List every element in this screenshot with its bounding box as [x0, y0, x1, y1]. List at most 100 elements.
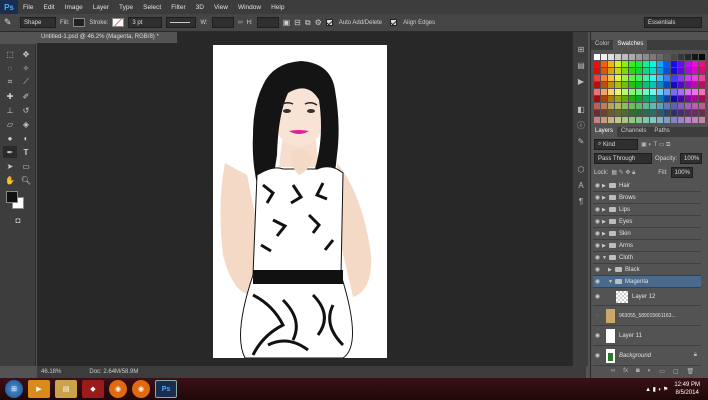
swatch[interactable]	[636, 96, 642, 102]
swatch[interactable]	[657, 54, 663, 60]
blend-mode-select[interactable]: Pass Through	[594, 153, 652, 164]
stroke-width-field[interactable]: 3 pt	[128, 17, 163, 28]
swatch[interactable]	[650, 89, 656, 95]
zoom-icon[interactable]: 🔍︎	[19, 174, 33, 186]
history-icon[interactable]: ⊞	[576, 44, 586, 54]
filter-icons[interactable]: ▣ ◐ T ▭ ⧉	[641, 141, 670, 149]
swatch[interactable]	[594, 68, 600, 74]
swatch[interactable]	[594, 54, 600, 60]
swatch[interactable]	[692, 75, 698, 81]
swatch[interactable]	[622, 61, 628, 67]
eye-icon[interactable]: ▫	[593, 313, 602, 319]
swatch[interactable]	[685, 54, 691, 60]
menu-image[interactable]: Image	[60, 4, 88, 11]
swatch[interactable]	[699, 61, 705, 67]
swatch[interactable]	[699, 110, 705, 116]
swatch[interactable]	[643, 75, 649, 81]
tab-swatches[interactable]: Swatches	[613, 40, 648, 50]
fill-swatch[interactable]	[73, 18, 86, 27]
swatch[interactable]	[671, 68, 677, 74]
menu-select[interactable]: Select	[138, 4, 166, 11]
swatch[interactable]	[622, 82, 628, 88]
swatch[interactable]	[657, 68, 663, 74]
menu-edit[interactable]: Edit	[38, 4, 59, 11]
swatch[interactable]	[601, 61, 607, 67]
swatch[interactable]	[678, 89, 684, 95]
swatch[interactable]	[594, 117, 600, 123]
swatch[interactable]	[671, 117, 677, 123]
swatch[interactable]	[636, 68, 642, 74]
swatch[interactable]	[636, 103, 642, 109]
swatch[interactable]	[615, 96, 621, 102]
swatch[interactable]	[699, 75, 705, 81]
layer-arms[interactable]: ◉ ▶ Arms	[593, 240, 701, 252]
brush-icon[interactable]: ✐	[19, 90, 33, 102]
swatch[interactable]	[650, 68, 656, 74]
swatch[interactable]	[664, 54, 670, 60]
add-mask-icon[interactable]: ◙	[636, 368, 640, 375]
stroke-type-select[interactable]	[166, 17, 197, 28]
swatch[interactable]	[685, 89, 691, 95]
paint-bucket-icon[interactable]: ◈	[19, 118, 33, 130]
layer-magenta[interactable]: ◉ ▼ Magenta	[593, 276, 701, 288]
swatch[interactable]	[615, 82, 621, 88]
path-arrange-icon[interactable]: ⧉	[305, 18, 311, 28]
foreground-color-swatch[interactable]	[6, 191, 18, 203]
lock-icons[interactable]: ▦ ✎ ✥ 🔒︎	[611, 169, 635, 177]
swatch[interactable]	[678, 54, 684, 60]
swatch[interactable]	[657, 82, 663, 88]
swatch[interactable]	[664, 89, 670, 95]
swatch[interactable]	[636, 61, 642, 67]
swatch[interactable]	[615, 117, 621, 123]
swatch[interactable]	[643, 61, 649, 67]
swatch[interactable]	[657, 75, 663, 81]
swatch[interactable]	[636, 110, 642, 116]
swatch[interactable]	[664, 75, 670, 81]
swatch[interactable]	[650, 110, 656, 116]
layer-lips[interactable]: ◉ ▶ Lips	[593, 204, 701, 216]
swatch[interactable]	[699, 96, 705, 102]
layer-11[interactable]: ◉ Layer 11	[593, 326, 701, 346]
swatch[interactable]	[664, 117, 670, 123]
doc-info[interactable]: Doc: 2.64M/58.9M	[89, 369, 138, 375]
swatch[interactable]	[664, 103, 670, 109]
fill-field[interactable]: 100%	[670, 167, 693, 178]
lasso-icon[interactable]: ◌	[3, 62, 17, 74]
swatch[interactable]	[622, 110, 628, 116]
swatch[interactable]	[608, 96, 614, 102]
swatch[interactable]	[615, 110, 621, 116]
crop-icon[interactable]: ⌗	[3, 76, 17, 88]
swatch[interactable]	[601, 89, 607, 95]
path-operations-icon[interactable]: ▣	[283, 18, 291, 27]
swatch[interactable]	[615, 61, 621, 67]
layer-eyes[interactable]: ◉ ▶ Eyes	[593, 216, 701, 228]
eye-icon[interactable]: ◉	[593, 242, 602, 249]
paragraph-icon[interactable]: ¶	[576, 196, 586, 206]
tray-icons[interactable]: ▲ ▮ ◖ ⚑	[645, 386, 668, 393]
swatch[interactable]	[629, 89, 635, 95]
eye-icon[interactable]: ◉	[593, 278, 602, 285]
layer-skin[interactable]: ◉ ▶ Skin	[593, 228, 701, 240]
swatch[interactable]	[629, 103, 635, 109]
link-icon[interactable]: ∞	[238, 19, 243, 26]
swatch[interactable]	[629, 96, 635, 102]
swatch[interactable]	[629, 54, 635, 60]
swatch[interactable]	[685, 61, 691, 67]
marquee-icon[interactable]: ⬚	[3, 48, 17, 60]
swatch[interactable]	[629, 117, 635, 123]
tab-channels[interactable]: Channels	[617, 127, 650, 137]
info-icon[interactable]: ⓘ	[576, 120, 586, 130]
swatch[interactable]	[615, 89, 621, 95]
swatch[interactable]	[699, 68, 705, 74]
swatch[interactable]	[601, 68, 607, 74]
eye-icon[interactable]: ◉	[593, 332, 602, 339]
swatch[interactable]	[692, 68, 698, 74]
path-alignment-icon[interactable]: ⊟	[294, 18, 301, 27]
swatch[interactable]	[671, 61, 677, 67]
swatch[interactable]	[650, 54, 656, 60]
swatch[interactable]	[643, 96, 649, 102]
swatch[interactable]	[692, 54, 698, 60]
swatch[interactable]	[622, 117, 628, 123]
swatch[interactable]	[692, 96, 698, 102]
swatch[interactable]	[650, 103, 656, 109]
